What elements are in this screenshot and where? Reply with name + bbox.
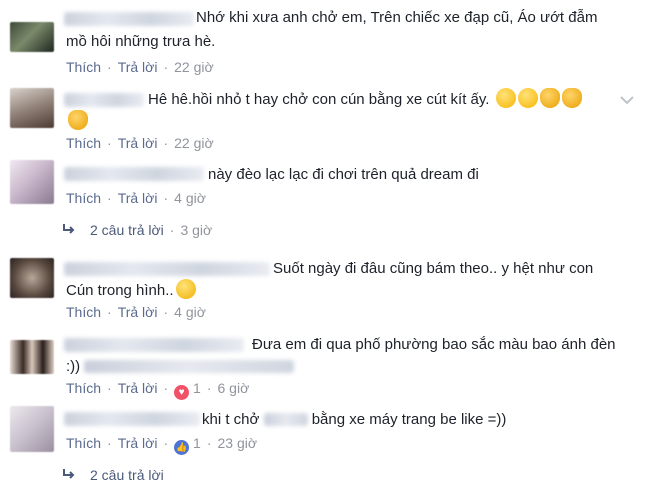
comment-text: Đưa em đi qua phố phường bao sắc màu bao… [252, 336, 616, 353]
comment-text-line2: :)) [66, 355, 295, 379]
comment-actions: Thích · Trả lời · 4 giờ [66, 190, 206, 206]
replies-count-link[interactable]: 2 câu trả lời [90, 222, 164, 238]
comment-text: này đèo lạc lạc đi chơi trên quả dream đ… [208, 166, 479, 183]
timestamp[interactable]: 22 giờ [174, 59, 214, 75]
commenter-name[interactable] [64, 338, 244, 352]
like-link[interactable]: Thích [66, 190, 101, 206]
replies-count-link[interactable]: 2 câu trả lời [90, 467, 164, 483]
timestamp[interactable]: 22 giờ [174, 135, 214, 151]
comment-actions: Thích · Trả lời · 4 giờ [66, 304, 206, 320]
timestamp[interactable]: 4 giờ [174, 190, 206, 206]
like-link[interactable]: Thích [66, 304, 101, 320]
view-replies[interactable]: 2 câu trả lời [62, 467, 164, 483]
heart-reaction-icon[interactable]: ♥ [174, 385, 190, 400]
reply-arrow-icon [62, 467, 76, 483]
comment-text-line2: Cún trong hình.. [66, 279, 196, 303]
reply-link[interactable]: Trả lời [118, 59, 158, 75]
clap-emoji-icon [539, 88, 560, 108]
commenter-name[interactable] [64, 12, 194, 26]
timestamp[interactable]: 4 giờ [174, 304, 206, 320]
comment-actions: Thích · Trả lời · 22 giờ [66, 135, 214, 151]
avatar[interactable] [10, 22, 54, 52]
comment-actions: Thích · Trả lời · 👍 1 · 23 giờ [66, 435, 257, 455]
clap-emoji-icon [561, 88, 582, 108]
comment-text-line2 [66, 110, 88, 134]
commenter-name[interactable] [64, 412, 200, 426]
timestamp[interactable]: 23 giờ [218, 435, 258, 451]
avatar[interactable] [10, 88, 54, 128]
kiss-emoji-icon [495, 88, 516, 108]
comment-text: khi t chở bằng xe máy trang be like =)) [202, 411, 507, 428]
reply-link[interactable]: Trả lời [118, 304, 158, 320]
reply-arrow-icon [62, 222, 76, 238]
comment-actions: Thích · Trả lời · ♥ 1 · 6 giờ [66, 380, 250, 400]
like-link[interactable]: Thích [66, 59, 101, 75]
commenter-name[interactable] [64, 93, 144, 107]
like-link[interactable]: Thích [66, 380, 101, 396]
reply-link[interactable]: Trả lời [118, 435, 158, 451]
view-replies[interactable]: 2 câu trả lời · 3 giờ [62, 222, 212, 238]
avatar[interactable] [10, 258, 54, 298]
reply-link[interactable]: Trả lời [118, 135, 158, 151]
like-reaction-icon[interactable]: 👍 [174, 440, 190, 455]
avatar[interactable] [10, 406, 54, 452]
avatar[interactable] [10, 340, 54, 374]
like-link[interactable]: Thích [66, 135, 101, 151]
rolling-eyes-emoji-icon [175, 279, 196, 299]
reaction-count[interactable]: 1 [193, 435, 201, 451]
comment-text: Hê hê.hồi nhỏ t hay chở con cún bằng xe … [148, 88, 582, 112]
tagged-name[interactable] [84, 360, 295, 373]
comment-text-line2: mồ hôi những trưa hè. [66, 33, 216, 50]
kiss-emoji-icon [517, 88, 538, 108]
comment-actions: Thích · Trả lời · 22 giờ [66, 59, 214, 75]
commenter-name[interactable] [64, 262, 270, 276]
clap-emoji-icon [68, 110, 88, 130]
commenter-name[interactable] [64, 167, 204, 181]
reply-link[interactable]: Trả lời [118, 380, 158, 396]
avatar[interactable] [10, 160, 54, 204]
comment-text: Nhớ khi xưa anh chở em, Trên chiếc xe đạ… [196, 9, 598, 26]
comment-text: Suốt ngày đi đâu cũng bám theo.. y hệt n… [273, 260, 594, 277]
timestamp[interactable]: 6 giờ [218, 380, 250, 396]
chevron-down-icon[interactable] [620, 92, 634, 105]
like-link[interactable]: Thích [66, 435, 101, 451]
reaction-count[interactable]: 1 [193, 380, 201, 396]
reply-link[interactable]: Trả lời [118, 190, 158, 206]
tagged-name[interactable] [263, 413, 308, 426]
replies-timestamp[interactable]: 3 giờ [180, 222, 212, 238]
